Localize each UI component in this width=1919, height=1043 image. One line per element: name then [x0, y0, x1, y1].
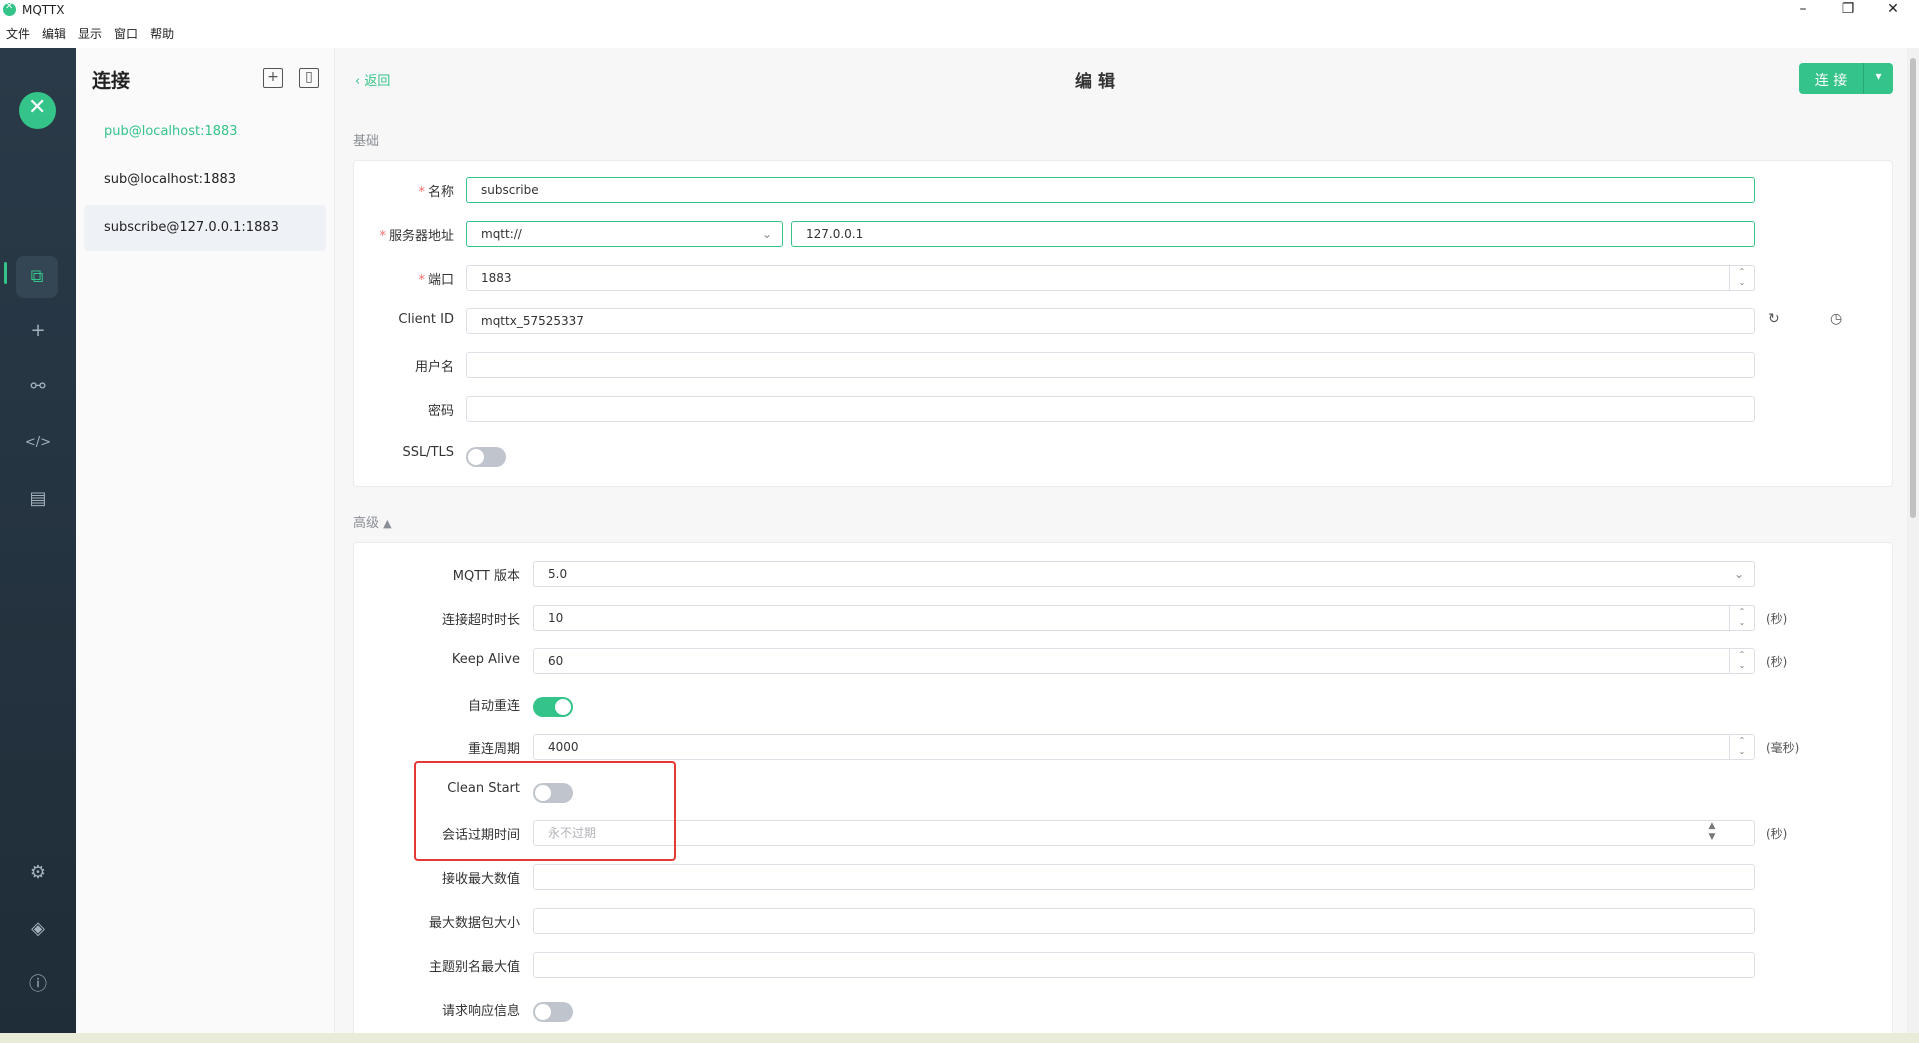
connect-label: 连 接 [1814, 73, 1848, 89]
port-stepper[interactable]: ⌃ ⌄ [1729, 266, 1754, 290]
scrollbar-thumb[interactable] [1910, 58, 1916, 518]
close-button[interactable]: ✕ [1873, 0, 1913, 20]
minimize-button[interactable]: – [1783, 0, 1823, 20]
basic-section-title: 基础 [353, 134, 380, 149]
username-label: 用户名 [414, 360, 454, 375]
protocol-select[interactable]: mqtt://⌄ [466, 221, 783, 247]
receive-maximum-label: 接收最大数值 [441, 872, 520, 887]
port-input[interactable]: 1883 ⌃ ⌄ [466, 265, 1755, 291]
menu-window[interactable]: 窗口 [114, 22, 138, 46]
clock-icon[interactable]: ◷ [1830, 311, 1842, 327]
password-input[interactable] [466, 396, 1755, 422]
title-bar: MQTTX – ❐ ✕ [0, 0, 1919, 20]
port-label: * 端口 [418, 273, 454, 288]
settings-icon[interactable]: ⚙ [23, 858, 53, 888]
session-expiry-stepper[interactable]: ▲ ▼ [1700, 821, 1724, 845]
reconnect-period-unit: (毫秒) [1766, 741, 1800, 755]
client-id-input[interactable]: mqttx_57525337 [466, 308, 1755, 334]
ssl-label: SSL/TLS [402, 445, 454, 460]
app-logo-icon [3, 1, 16, 16]
caret-up-icon: ▲ [383, 517, 392, 530]
keep-alive-stepper[interactable]: ⌃ ⌄ [1729, 649, 1754, 673]
brand-logo-icon [19, 92, 56, 129]
keep-alive-unit: (秒) [1766, 655, 1788, 669]
session-expiry-input[interactable]: 永不过期 ▲ ▼ [533, 820, 1755, 846]
connection-list-panel: 连接 + ▯ pub@localhost:1883 sub@localhost:… [76, 48, 335, 1033]
name-label: * 名称 [418, 185, 454, 200]
chevron-down-icon: ⌄ [1733, 567, 1744, 581]
new-connection-icon[interactable]: + [263, 68, 283, 88]
add-icon[interactable]: + [23, 316, 53, 346]
username-input[interactable] [466, 352, 1755, 378]
host-input[interactable]: 127.0.0.1 [791, 221, 1755, 247]
maximize-button[interactable]: ❐ [1828, 0, 1868, 20]
feed-icon[interactable]: ◈ [23, 914, 53, 944]
connection-item[interactable]: pub@localhost:1883 [84, 109, 326, 155]
request-response-label: 请求响应信息 [441, 1004, 520, 1019]
menu-bar: 文件 编辑 显示 窗口 帮助 [0, 22, 1919, 46]
receive-maximum-input[interactable] [533, 864, 1755, 890]
window-title: MQTTX [22, 3, 65, 17]
menu-view[interactable]: 显示 [78, 22, 102, 46]
basic-card: * 名称 subscribe * 服务器地址 mqtt://⌄ 127.0.0.1 … [353, 160, 1893, 487]
about-icon[interactable]: ⓘ [23, 970, 53, 1000]
ssl-toggle[interactable] [466, 447, 506, 467]
mqtt-version-select[interactable]: 5.0 ⌄ [533, 561, 1755, 587]
topic-alias-max-label: 主题别名最大值 [428, 960, 520, 975]
log-icon[interactable]: ▤ [23, 484, 53, 514]
mqtt-version-label: MQTT 版本 [452, 569, 520, 584]
connect-timeout-label: 连接超时时长 [441, 613, 520, 628]
connection-item[interactable]: subscribe@127.0.0.1:1883 [84, 205, 326, 251]
reconnect-period-input[interactable]: 4000 ⌃ ⌄ [533, 734, 1755, 760]
menu-edit[interactable]: 编辑 [42, 22, 66, 46]
active-indicator [4, 262, 7, 284]
client-id-label: Client ID [398, 312, 454, 327]
session-expiry-unit: (秒) [1766, 827, 1788, 841]
main-scrollbar[interactable] [1907, 48, 1919, 1033]
page-title: 编 辑 [1075, 72, 1115, 92]
host-label: * 服务器地址 [379, 229, 454, 244]
keep-alive-label: Keep Alive [451, 652, 520, 667]
name-input[interactable]: subscribe [466, 177, 1755, 203]
chevron-down-icon[interactable]: ▾ [1864, 69, 1893, 83]
topic-alias-max-input[interactable] [533, 952, 1755, 978]
connect-timeout-input[interactable]: 10 ⌃ ⌄ [533, 605, 1755, 631]
keep-alive-input[interactable]: 60 ⌃ ⌄ [533, 648, 1755, 674]
connection-list-heading: 连接 [92, 70, 131, 92]
password-label: 密码 [427, 404, 454, 419]
connection-item[interactable]: sub@localhost:1883 [84, 157, 326, 203]
max-packet-size-input[interactable] [533, 908, 1755, 934]
menu-file[interactable]: 文件 [6, 22, 30, 46]
script-icon[interactable]: </> [23, 428, 53, 458]
edit-connection-panel: ‹ 返回 编 辑 连 接 ▾ 基础 * 名称 subscribe * 服务器地址 m… [335, 48, 1907, 1033]
reconnect-period-label: 重连周期 [467, 742, 520, 757]
advanced-section-title[interactable]: 高级 ▲ [353, 512, 392, 531]
topology-icon[interactable]: ⚯ [23, 372, 53, 402]
taskbar-strip [0, 1033, 1919, 1043]
highlight-box [414, 761, 676, 861]
toggle-panel-icon[interactable]: ▯ [299, 68, 319, 88]
timeout-stepper[interactable]: ⌃ ⌄ [1729, 606, 1754, 630]
timeout-unit: (秒) [1766, 612, 1788, 626]
reconnect-stepper[interactable]: ⌃ ⌄ [1729, 735, 1754, 759]
refresh-icon[interactable]: ↻ [1768, 311, 1780, 327]
connections-icon[interactable]: ⧉ [16, 256, 58, 298]
nav-rail: ⧉ + ⚯ </> ▤ ⚙ ◈ ⓘ [0, 48, 76, 1033]
max-packet-size-label: 最大数据包大小 [428, 916, 520, 931]
auto-reconnect-label: 自动重连 [467, 699, 520, 714]
chevron-down-icon: ⌄ [761, 227, 772, 241]
connect-button[interactable]: 连 接 ▾ [1799, 63, 1893, 94]
request-response-toggle[interactable] [533, 1002, 573, 1022]
menu-help[interactable]: 帮助 [150, 22, 174, 46]
auto-reconnect-toggle[interactable] [533, 697, 573, 717]
